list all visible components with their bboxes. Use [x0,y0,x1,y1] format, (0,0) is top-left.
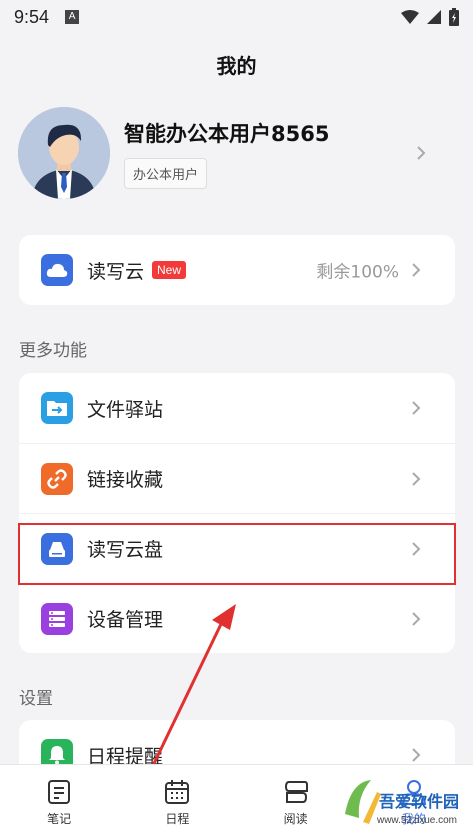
profile-card[interactable]: 智能办公本用户8565 办公本用户 [18,105,458,201]
menu-item-device-management[interactable]: 设备管理 [19,583,455,653]
cloud-row[interactable]: 读写云 New 剩余100% [19,235,455,305]
menu-item-label: 文件驿站 [87,398,164,421]
chevron-right-icon [412,401,421,415]
cloud-card: 读写云 New 剩余100% [19,235,455,305]
reading-icon [284,780,308,803]
user-name: 智能办公本用户8565 [124,121,330,146]
battery-icon [449,8,459,26]
menu-item-link-collection[interactable]: 链接收藏 [19,443,455,513]
more-functions-card: 文件驿站 链接收藏 读写云盘 设备管理 [19,373,455,653]
menu-item-label: 链接收藏 [87,469,164,491]
tab-label: 日程 [165,811,190,826]
watermark: 吾爱软件园 www.52zixue.com [341,774,467,834]
signal-icon [427,10,441,24]
cloud-label: 读写云 [87,260,145,283]
tab-schedule[interactable]: 日程 [118,765,236,840]
chevron-right-icon [412,541,421,556]
menu-item-cloud-disk[interactable]: 读写云盘 [19,513,455,583]
device-manage-icon [41,602,73,635]
watermark-url: www.52zixue.com [376,815,457,826]
menu-item-label: 设备管理 [87,609,164,631]
notification-icon: A [65,10,80,24]
file-transfer-icon [41,392,73,424]
more-section-title: 更多功能 [19,341,87,361]
link-icon [41,462,73,495]
chevron-right-icon [412,471,421,486]
tab-notes[interactable]: 笔记 [0,765,118,840]
user-tag: 办公本用户 [124,157,208,189]
tab-label: 笔记 [47,811,72,826]
new-badge: New [152,261,187,279]
tab-reading[interactable]: 阅读 [237,765,355,840]
status-time: 9:54 [14,6,50,27]
menu-item-label: 读写云盘 [87,539,164,561]
calendar-icon [165,779,190,804]
settings-section-title: 设置 [19,689,53,709]
watermark-text: 吾爱软件园 [378,792,459,811]
notes-icon [48,779,71,804]
chevron-right-icon [412,748,421,762]
status-bar: 9:54 A [0,0,473,34]
page-title: 我的 [216,54,257,78]
chevron-right-icon [412,263,421,277]
chevron-right-icon [417,146,426,160]
storage-remaining: 剩余100% [316,262,399,283]
cloud-disk-icon [41,532,73,565]
status-icons [401,8,459,26]
avatar[interactable] [18,107,110,199]
tab-label: 阅读 [283,811,308,826]
cloud-icon [41,254,73,286]
wifi-icon [401,10,419,24]
menu-item-file-station[interactable]: 文件驿站 [19,373,455,443]
avatar-image-icon [18,107,110,199]
chevron-right-icon [412,611,421,626]
